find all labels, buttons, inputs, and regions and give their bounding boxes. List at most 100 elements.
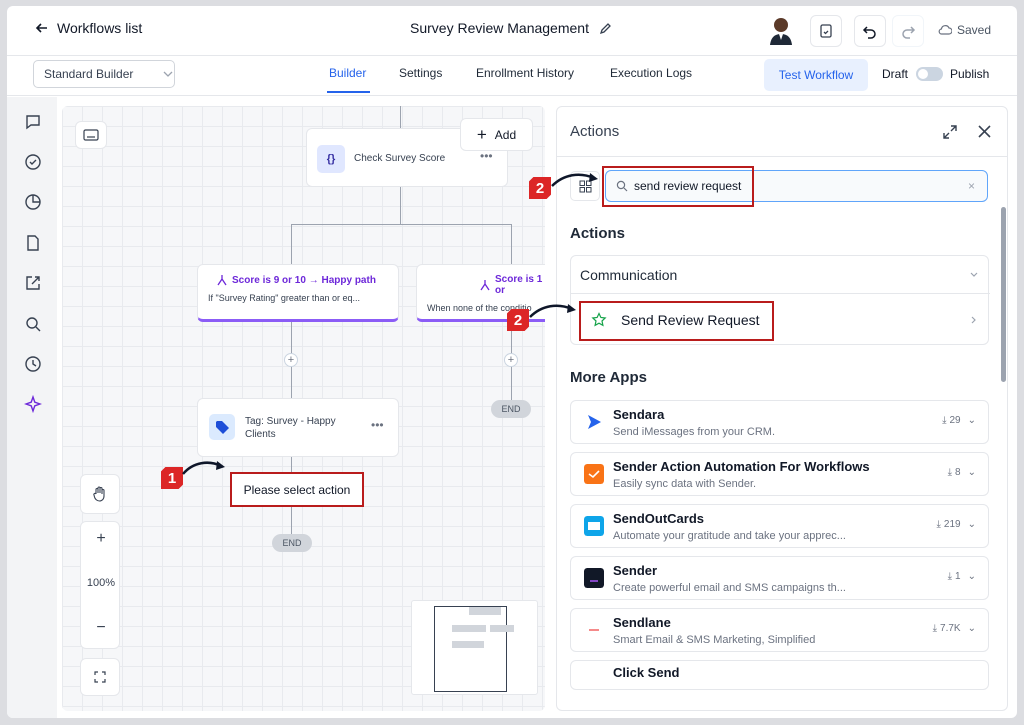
workflow-title[interactable]: Survey Review Management — [410, 20, 613, 36]
pan-tool-button[interactable] — [80, 474, 120, 514]
pencil-icon[interactable] — [599, 21, 613, 35]
back-to-workflows-link[interactable]: Workflows list — [35, 20, 142, 36]
install-count: ⤓ 219 ⌄ — [937, 519, 977, 530]
sender-action-logo-icon — [584, 464, 604, 484]
add-label: Add — [494, 127, 517, 142]
app-click-send[interactable]: Click Send — [570, 660, 989, 690]
add-button[interactable]: + Add — [460, 118, 533, 151]
undo-icon — [862, 26, 876, 39]
branch-icon — [480, 280, 490, 291]
close-icon[interactable] — [977, 124, 992, 139]
notes-button[interactable] — [810, 15, 842, 47]
actions-panel: Actions send review request × Actions Co… — [556, 106, 1008, 711]
keyboard-shortcuts-button[interactable] — [75, 121, 107, 149]
branch-happy-path[interactable]: Score is 9 or 10 → Happy path If "Survey… — [197, 264, 399, 322]
sendlane-logo-icon — [584, 620, 604, 640]
app-desc: Smart Email & SMS Marketing, Simplified — [613, 634, 816, 646]
more-options-icon[interactable]: ••• — [371, 418, 384, 432]
more-apps-heading: More Apps — [570, 369, 647, 386]
app-sendlane[interactable]: Sendlane Smart Email & SMS Marketing, Si… — [570, 608, 989, 652]
category-header[interactable]: Communication — [571, 256, 990, 294]
add-step-button[interactable]: + — [504, 353, 518, 367]
download-icon: ⤓ — [932, 623, 938, 634]
chevron-down-icon — [970, 272, 978, 277]
app-sendara[interactable]: Sendara Send iMessages from your CRM. ⤓ 2… — [570, 400, 989, 444]
keyboard-icon — [83, 129, 99, 141]
branch-title: Score is 1 or — [427, 274, 545, 296]
select-action-placeholder[interactable]: Please select action — [230, 472, 364, 507]
minimap-node — [452, 625, 486, 632]
zoom-out-button[interactable]: − — [81, 619, 121, 637]
tag-icon — [209, 414, 235, 440]
code-braces-icon: {} — [317, 145, 345, 173]
clear-icon[interactable]: × — [968, 179, 975, 193]
tag-node[interactable]: Tag: Survey - Happy Clients ••• — [197, 398, 399, 457]
node-label: Tag: Survey - Happy Clients — [245, 416, 336, 440]
app-desc: Send iMessages from your CRM. — [613, 426, 775, 438]
count-value: 7.7K — [940, 623, 961, 634]
test-workflow-button[interactable]: Test Workflow — [764, 59, 868, 91]
app-sender[interactable]: Sender Create powerful email and SMS cam… — [570, 556, 989, 600]
external-link-icon[interactable] — [24, 274, 42, 292]
count-value: 1 — [955, 571, 961, 582]
branch-title-text: Score is 1 or — [495, 274, 543, 296]
end-marker: END — [491, 400, 531, 418]
sub-bar: Standard Builder Builder Settings Enroll… — [7, 56, 1017, 96]
count-value: 8 — [955, 467, 961, 478]
tab-enrollment-history[interactable]: Enrollment History — [476, 66, 574, 80]
app-sendoutcards[interactable]: SendOutCards Automate your gratitude and… — [570, 504, 989, 548]
panel-title: Actions — [570, 123, 620, 140]
highlight-box — [602, 166, 754, 207]
minimap-node — [490, 625, 514, 632]
redo-button[interactable] — [892, 15, 924, 47]
install-count: ⤓ 29 ⌄ — [942, 415, 976, 426]
history-icon[interactable] — [24, 355, 42, 373]
expand-icon[interactable] — [942, 124, 958, 140]
add-step-button[interactable]: + — [284, 353, 298, 367]
publish-toggle[interactable] — [916, 67, 943, 81]
install-count: ⤓ 8 ⌄ — [948, 467, 976, 478]
app-name: Sendlane — [613, 615, 671, 630]
back-label: Workflows list — [57, 20, 143, 36]
tab-settings[interactable]: Settings — [399, 66, 442, 80]
check-circle-icon[interactable] — [24, 153, 42, 171]
app-name: Click Send — [613, 665, 680, 680]
branch-icon — [217, 275, 227, 286]
more-options-icon[interactable]: ••• — [480, 149, 493, 163]
end-marker: END — [272, 534, 312, 552]
tab-builder[interactable]: Builder — [329, 66, 366, 80]
sendara-logo-icon — [588, 415, 601, 429]
app-name: Sender Action Automation For Workflows — [613, 459, 870, 474]
chat-icon[interactable] — [24, 113, 42, 131]
sparkle-icon[interactable] — [24, 395, 42, 413]
pie-chart-icon[interactable] — [24, 193, 42, 211]
step-callout-2: 2 — [507, 309, 529, 331]
tab-execution-logs[interactable]: Execution Logs — [610, 66, 692, 80]
builder-mode-value: Standard Builder — [44, 67, 134, 81]
panel-scrollbar[interactable] — [1001, 207, 1006, 382]
actions-heading: Actions — [570, 225, 626, 242]
zoom-in-button[interactable]: + — [81, 530, 121, 548]
count-value: 219 — [943, 519, 961, 530]
expand-icon — [94, 671, 106, 683]
chevron-down-icon: ⌄ — [967, 467, 976, 478]
install-count: ⤓ 1 ⌄ — [948, 571, 976, 582]
app-desc: Create powerful email and SMS campaigns … — [613, 582, 846, 594]
download-icon: ⤓ — [947, 467, 953, 478]
workflow-canvas[interactable]: {} Check Survey Score ••• + Add Score is… — [62, 106, 545, 711]
file-icon[interactable] — [24, 234, 42, 252]
minimap[interactable] — [411, 600, 538, 695]
connector-line — [291, 224, 292, 264]
avatar[interactable] — [768, 15, 794, 45]
builder-mode-select[interactable]: Standard Builder — [33, 60, 175, 88]
plus-icon: + — [476, 124, 487, 144]
connector-line — [400, 186, 401, 224]
search-icon[interactable] — [24, 315, 42, 333]
publish-label: Publish — [950, 67, 990, 81]
highlight-box — [579, 301, 774, 341]
app-sender-action-automation[interactable]: Sender Action Automation For Workflows E… — [570, 452, 989, 496]
undo-button[interactable] — [854, 15, 886, 47]
minimap-node — [452, 641, 484, 648]
download-icon: ⤓ — [936, 519, 941, 530]
fit-view-button[interactable] — [80, 658, 120, 696]
